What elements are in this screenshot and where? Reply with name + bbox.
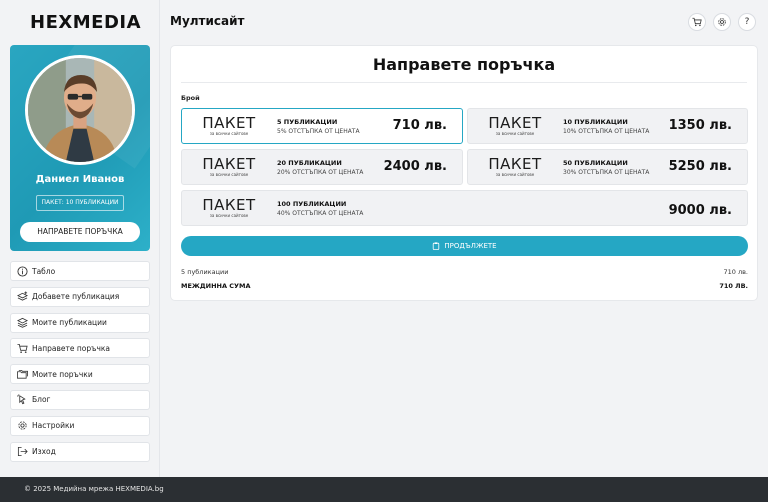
order-title: Направете поръчка: [372, 55, 556, 74]
sidebar-item-label: Табло: [32, 266, 56, 276]
folders-icon: [16, 368, 28, 380]
sidebar-item-add-publication[interactable]: Добавете публикация: [10, 286, 150, 307]
package-name: 10 ПУБЛИКАЦИИ: [563, 118, 628, 126]
add-layers-icon: [16, 291, 28, 303]
sidebar-order-button[interactable]: НАПРАВЕТЕ ПОРЪЧКА: [20, 222, 140, 242]
cart-icon: [692, 17, 702, 27]
sidebar-item-label: Направете поръчка: [32, 343, 111, 353]
package-logo-text: ПАКЕТ: [202, 114, 256, 132]
sidebar-item-make-order[interactable]: Направете поръчка: [10, 338, 150, 359]
package-logo: ПАКЕТ за всички сайтове: [194, 115, 264, 137]
page-title: Мултисайт: [170, 14, 245, 28]
sidebar-item-settings[interactable]: Настройки: [10, 415, 150, 436]
sidebar-item-dashboard[interactable]: Табло: [10, 261, 150, 281]
package-name: 100 ПУБЛИКАЦИИ: [277, 200, 347, 208]
sidebar-item-label: Настройки: [32, 421, 75, 431]
package-option-10[interactable]: ПАКЕТ за всички сайтове 10 ПУБЛИКАЦИИ 10…: [467, 108, 748, 144]
sidebar-item-my-orders[interactable]: Моите поръчки: [10, 364, 150, 385]
sidebar-item-logout[interactable]: Изход: [10, 441, 150, 462]
gear-icon: [718, 18, 726, 26]
package-logo: ПАКЕТ за всички сайтове: [480, 115, 550, 137]
avatar: [25, 55, 135, 165]
package-price: 5250 лв.: [668, 159, 732, 174]
avatar-photo: [28, 58, 132, 162]
package-option-50[interactable]: ПАКЕТ за всички сайтове 50 ПУБЛИКАЦИИ 30…: [467, 149, 748, 185]
package-name: 5 ПУБЛИКАЦИИ: [277, 118, 338, 126]
footer: © 2025 Медийна мрежа HEXMEDIA.bg: [0, 477, 768, 502]
package-discount: 10% ОТСТЪПКА ОТ ЦЕНАТА: [563, 128, 650, 135]
help-button[interactable]: ?: [738, 13, 756, 31]
count-label: Брой: [181, 94, 200, 102]
sidebar-item-label: Изход: [32, 447, 56, 457]
sidebar-item-label: Моите поръчки: [32, 369, 93, 379]
logout-icon: [16, 446, 28, 458]
settings-button[interactable]: [713, 13, 731, 31]
package-price: 710 лв.: [392, 118, 447, 133]
package-price: 9000 лв.: [668, 203, 732, 218]
package-logo-text: ПАКЕТ: [202, 155, 256, 173]
gear-icon: [16, 420, 28, 432]
package-logo: ПАКЕТ за всички сайтове: [194, 156, 264, 178]
sidebar-item-blog[interactable]: Блог: [10, 389, 150, 410]
profile-name: Даниел Иванов: [35, 174, 125, 185]
order-panel: Направете поръчка Брой ПАКЕТ за всички с…: [170, 45, 758, 301]
summary-line: 5 публикации 710 лв.: [181, 268, 748, 276]
package-discount: 5% ОТСТЪПКА ОТ ЦЕНАТА: [277, 128, 360, 135]
subtotal-line: МЕЖДИННА СУМА 710 ЛВ.: [181, 282, 748, 290]
question-mark-icon: ?: [744, 17, 750, 27]
cart-icon: [16, 342, 28, 354]
package-discount: 30% ОТСТЪПКА ОТ ЦЕНАТА: [563, 169, 650, 176]
sidebar-item-label: Моите публикации: [32, 318, 107, 328]
package-logo-text: ПАКЕТ: [488, 114, 542, 132]
package-discount: 20% ОТСТЪПКА ОТ ЦЕНАТА: [277, 169, 364, 176]
sidebar-item-label: Блог: [32, 395, 51, 405]
package-option-5[interactable]: ПАКЕТ за всички сайтове 5 ПУБЛИКАЦИИ 5% …: [181, 108, 463, 144]
info-icon: [16, 265, 28, 277]
continue-button[interactable]: ПРОДЪЛЖЕТЕ: [181, 236, 748, 256]
package-logo: ПАКЕТ за всички сайтове: [194, 197, 264, 219]
continue-button-label: ПРОДЪЛЖЕТЕ: [444, 242, 497, 250]
subtotal-label: МЕЖДИННА СУМА: [181, 282, 251, 290]
summary-line-label: 5 публикации: [181, 268, 229, 276]
package-logo: ПАКЕТ за всички сайтове: [480, 156, 550, 178]
summary-line-value: 710 лв.: [723, 268, 748, 276]
sidebar: HEXMEDIA Даниел Иванов ПАКЕТ: 10 ПУБЛИКА…: [0, 0, 160, 477]
package-name: 20 ПУБЛИКАЦИИ: [277, 159, 342, 167]
divider: [181, 82, 747, 83]
package-option-20[interactable]: ПАКЕТ за всички сайтове 20 ПУБЛИКАЦИИ 20…: [181, 149, 463, 185]
package-badge: ПАКЕТ: 10 ПУБЛИКАЦИИ: [36, 195, 124, 211]
package-price: 2400 лв.: [383, 159, 447, 174]
pointer-icon: [16, 394, 28, 406]
cart-button[interactable]: [688, 13, 706, 31]
profile-card: Даниел Иванов ПАКЕТ: 10 ПУБЛИКАЦИИ НАПРА…: [10, 45, 150, 251]
clipboard-icon: [433, 242, 440, 250]
sidebar-item-my-publications[interactable]: Моите публикации: [10, 312, 150, 333]
sidebar-menu: Табло Добавете публикация Моите публикац…: [10, 261, 150, 467]
package-discount: 40% ОТСТЪПКА ОТ ЦЕНАТА: [277, 210, 364, 217]
package-price: 1350 лв.: [668, 118, 732, 133]
sidebar-item-label: Добавете публикация: [32, 292, 120, 302]
footer-copyright: © 2025 Медийна мрежа HEXMEDIA.bg: [24, 485, 164, 493]
package-option-100[interactable]: ПАКЕТ за всички сайтове 100 ПУБЛИКАЦИИ 4…: [181, 190, 748, 226]
package-name: 50 ПУБЛИКАЦИИ: [563, 159, 628, 167]
package-logo-text: ПАКЕТ: [488, 155, 542, 173]
layers-icon: [16, 317, 28, 329]
header-actions: ?: [688, 13, 756, 31]
subtotal-value: 710 ЛВ.: [719, 282, 748, 290]
package-logo-text: ПАКЕТ: [202, 196, 256, 214]
brand-logo[interactable]: HEXMEDIA: [30, 12, 141, 33]
